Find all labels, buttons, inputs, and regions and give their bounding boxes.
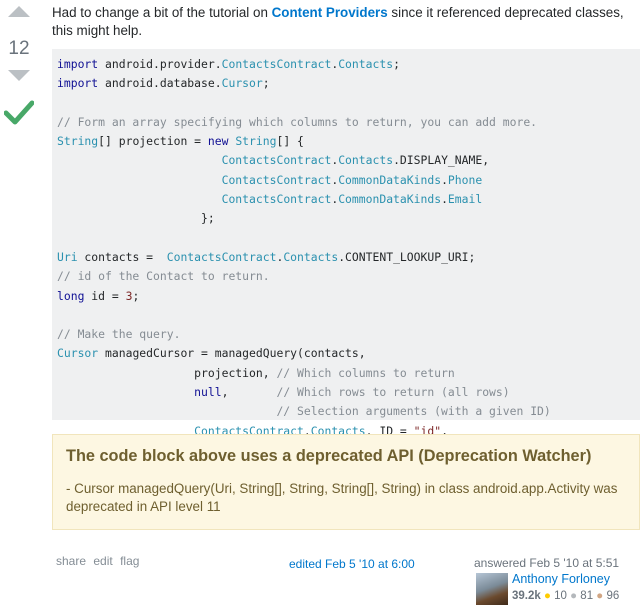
reputation-score: 39.2k [512, 590, 541, 602]
user-reputation: 39.2k ● 10 ● 81 ● 96 [512, 590, 619, 602]
code-line: import android.database.Cursor; [57, 76, 270, 91]
user-name-link[interactable]: Anthony Forloney [512, 572, 610, 586]
warning-title: The code block above uses a deprecated A… [66, 447, 592, 465]
code-line: // Selection arguments (with a given ID) [276, 404, 551, 419]
flag-link[interactable]: flag [120, 554, 139, 568]
code-line: Uri contacts = ContactsContract.Contacts… [57, 249, 476, 264]
deprecation-warning: The code block above uses a deprecated A… [52, 434, 640, 530]
gold-badge-count: 10 [554, 590, 567, 602]
code-line: projection, // Which columns to return [57, 365, 455, 380]
vote-count: 12 [8, 38, 30, 59]
silver-badge-icon: ● [570, 590, 578, 602]
bronze-badge-count: 96 [606, 590, 620, 602]
code-line: // Form an array specifying which column… [57, 114, 538, 129]
code-line: Cursor managedCursor = managedQuery(cont… [57, 346, 366, 361]
post-actions: share edit flag [56, 554, 143, 568]
code-line: long id = 3; [57, 288, 140, 303]
gold-badge-icon: ● [543, 590, 551, 602]
code-line: // Make the query. [57, 327, 181, 342]
share-link[interactable]: share [56, 554, 86, 568]
code-line: }; [57, 211, 215, 226]
code-line: ContactsContract.Contacts.DISPLAY_NAME, [221, 153, 490, 168]
code-line: null, // Which rows to return (all rows) [194, 385, 510, 400]
code-line: ContactsContract.CommonDataKinds.Phone [221, 172, 483, 187]
edited-timestamp[interactable]: edited Feb 5 '10 at 6:00 [289, 557, 415, 571]
answer-intro: Had to change a bit of the tutorial on C… [52, 4, 640, 40]
code-line: import android.provider.ContactsContract… [57, 57, 400, 71]
code-line: // id of the Contact to return. [57, 269, 270, 284]
vote-up-icon[interactable] [8, 6, 30, 17]
code-line: ContactsContract.CommonDataKinds.Email [221, 192, 483, 207]
warning-body: - Cursor managedQuery(Uri, String[], Str… [66, 481, 618, 514]
intro-text: Had to change a bit of the tutorial on [52, 5, 272, 20]
avatar[interactable] [476, 573, 508, 605]
content-providers-link[interactable]: Content Providers [272, 5, 388, 20]
code-block: import android.provider.ContactsContract… [52, 49, 640, 476]
edit-link[interactable]: edit [93, 554, 112, 568]
silver-badge-count: 81 [580, 590, 594, 602]
bronze-badge-icon: ● [596, 590, 604, 602]
answered-timestamp: answered Feb 5 '10 at 5:51 [474, 556, 620, 570]
accepted-check-icon [4, 100, 34, 125]
code-line: String[] projection = new String[] { [57, 134, 304, 149]
vote-down-icon[interactable] [8, 70, 30, 81]
